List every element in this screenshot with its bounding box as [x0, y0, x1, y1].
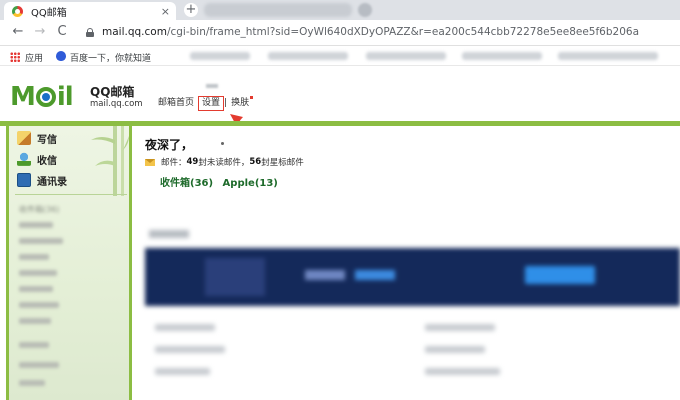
back-arrow-icon[interactable]: ←	[10, 24, 26, 40]
logo-domain-text: mail.qq.com	[90, 99, 143, 109]
blurred-bookmark[interactable]	[366, 52, 446, 60]
sidebar-divider	[15, 194, 127, 195]
logo-brand-text: QQ邮箱	[90, 85, 135, 99]
blurred-tab[interactable]	[204, 3, 352, 17]
folder-item[interactable]	[19, 254, 49, 260]
main-content: 夜深了， 邮件： 49 封未读邮件， 56 封星标邮件 收件箱(36) Appl…	[135, 126, 680, 400]
folder-link-apple[interactable]: Apple(13)	[223, 178, 278, 189]
link-separator: |	[224, 98, 228, 108]
lock-icon[interactable]	[86, 28, 94, 37]
new-tab-button[interactable]: +	[184, 3, 198, 17]
folder-item[interactable]	[19, 362, 59, 368]
reload-icon[interactable]: C	[54, 24, 70, 40]
skin-link[interactable]: 换肤	[231, 95, 249, 108]
address-bar-row: ← → C mail.qq.com/cgi-bin/frame_html?sid…	[0, 20, 680, 46]
blurred-row[interactable]	[425, 346, 485, 353]
browser-tab-bar: QQ邮箱 × +	[0, 0, 680, 20]
forward-arrow-icon[interactable]: →	[32, 24, 48, 40]
compose-icon	[17, 131, 31, 145]
blurred-row[interactable]	[155, 324, 215, 331]
sidebar-item-compose[interactable]: 写信	[17, 130, 57, 146]
qqmail-logo[interactable]: Mil	[10, 82, 74, 112]
folder-title[interactable]: 收件箱(36)	[19, 204, 59, 215]
browser-tab-qqmail[interactable]: QQ邮箱 ×	[4, 2, 176, 20]
blurred-bookmark[interactable]	[558, 52, 658, 60]
blurred-bookmark[interactable]	[268, 52, 348, 60]
blurred-row[interactable]	[425, 368, 500, 375]
folder-item[interactable]	[19, 302, 59, 308]
sidebar-item-contacts[interactable]: 通讯录	[17, 172, 67, 188]
starred-count[interactable]: 56	[249, 157, 261, 167]
logo-letter-m: M	[10, 82, 36, 112]
logo-letters-il: il	[56, 82, 74, 112]
blurred-bookmark[interactable]	[462, 52, 542, 60]
mail-header: Mil QQ邮箱 mail.qq.com 邮箱首页 设置 | 换肤	[0, 66, 680, 122]
apps-grid-icon[interactable]	[10, 52, 20, 62]
bookmark-apps[interactable]: 应用	[25, 51, 43, 64]
bookmark-baidu[interactable]: 百度一下，你就知道	[70, 51, 151, 64]
mail-stats: 邮件： 49 封未读邮件， 56 封星标邮件	[145, 156, 304, 168]
url-path: /cgi-bin/frame_html?sid=OyWl640dXDyOPAZZ…	[166, 26, 640, 38]
folder-item[interactable]	[19, 380, 45, 386]
greeting-text: 夜深了，	[145, 138, 194, 152]
sidebar-item-label: 写信	[37, 134, 57, 146]
folder-item[interactable]	[19, 222, 53, 228]
settings-link[interactable]: 设置	[198, 96, 225, 111]
logo-ring-icon	[35, 87, 56, 107]
blurred-row[interactable]	[155, 346, 225, 353]
baidu-paw-icon[interactable]	[56, 51, 66, 61]
sidebar-item-label: 通讯录	[37, 176, 67, 188]
folder-item[interactable]	[19, 270, 57, 276]
folder-item[interactable]	[19, 318, 51, 324]
blurred-row[interactable]	[155, 368, 210, 375]
url-host: mail.qq.com	[102, 26, 167, 38]
tab-close-icon[interactable]: ×	[161, 5, 170, 18]
folder-shortcuts: 收件箱(36) Apple(13)	[160, 174, 284, 189]
mail-home-link[interactable]: 邮箱首页	[158, 95, 194, 108]
sidebar: 写信 收信 通讯录 收件箱(36)	[6, 126, 132, 400]
inbox-icon	[17, 152, 31, 166]
new-dot-icon	[250, 96, 254, 99]
chrome-favicon-icon	[12, 5, 23, 17]
bookmarks-bar: 应用 百度一下，你就知道	[0, 46, 680, 66]
tab-title: QQ邮箱	[31, 7, 67, 19]
sidebar-item-label: 收信	[37, 155, 57, 167]
unread-count[interactable]: 49	[187, 157, 199, 167]
blurred-mark	[206, 84, 218, 88]
unread-label[interactable]: 封未读邮件，	[198, 156, 249, 168]
url-field[interactable]: mail.qq.com/cgi-bin/frame_html?sid=OyWl6…	[102, 26, 639, 38]
bamboo-decoration-icon	[91, 126, 129, 196]
stats-prefix: 邮件：	[161, 158, 187, 168]
blurred-tab-icon[interactable]	[358, 3, 372, 17]
folder-item[interactable]	[19, 286, 53, 292]
folder-link-inbox[interactable]: 收件箱(36)	[160, 178, 213, 189]
blurred-bookmark[interactable]	[190, 52, 250, 60]
top-links: 邮箱首页 设置 | 换肤	[158, 95, 254, 111]
envelope-icon	[145, 158, 155, 166]
promo-banner[interactable]	[145, 248, 680, 306]
greeting-dot	[221, 142, 224, 145]
folder-item[interactable]	[19, 342, 49, 348]
folder-list: 收件箱(36)	[9, 198, 129, 400]
blurred-row[interactable]	[425, 324, 495, 331]
sidebar-item-inbox[interactable]: 收信	[17, 151, 57, 167]
blurred-content-area	[135, 196, 680, 400]
starred-label[interactable]: 封星标邮件	[261, 156, 304, 168]
blurred-heading	[149, 230, 189, 238]
folder-item[interactable]	[19, 238, 63, 244]
contacts-icon	[17, 173, 31, 187]
